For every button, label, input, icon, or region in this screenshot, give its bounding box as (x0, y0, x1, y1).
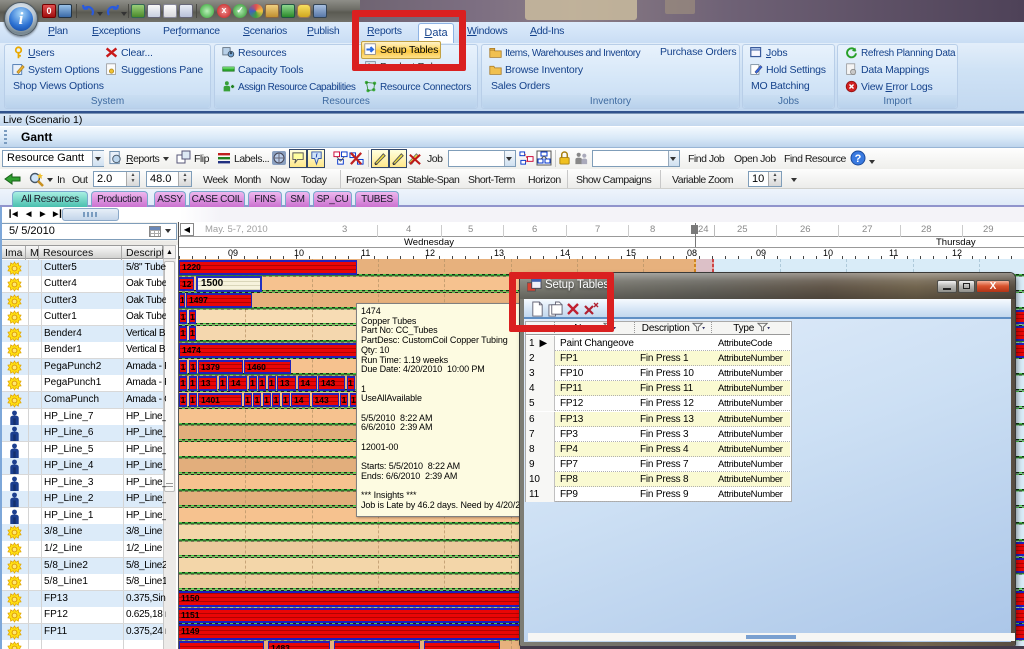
svg-text:?: ? (855, 153, 862, 165)
svg-text:i: i (316, 153, 318, 160)
